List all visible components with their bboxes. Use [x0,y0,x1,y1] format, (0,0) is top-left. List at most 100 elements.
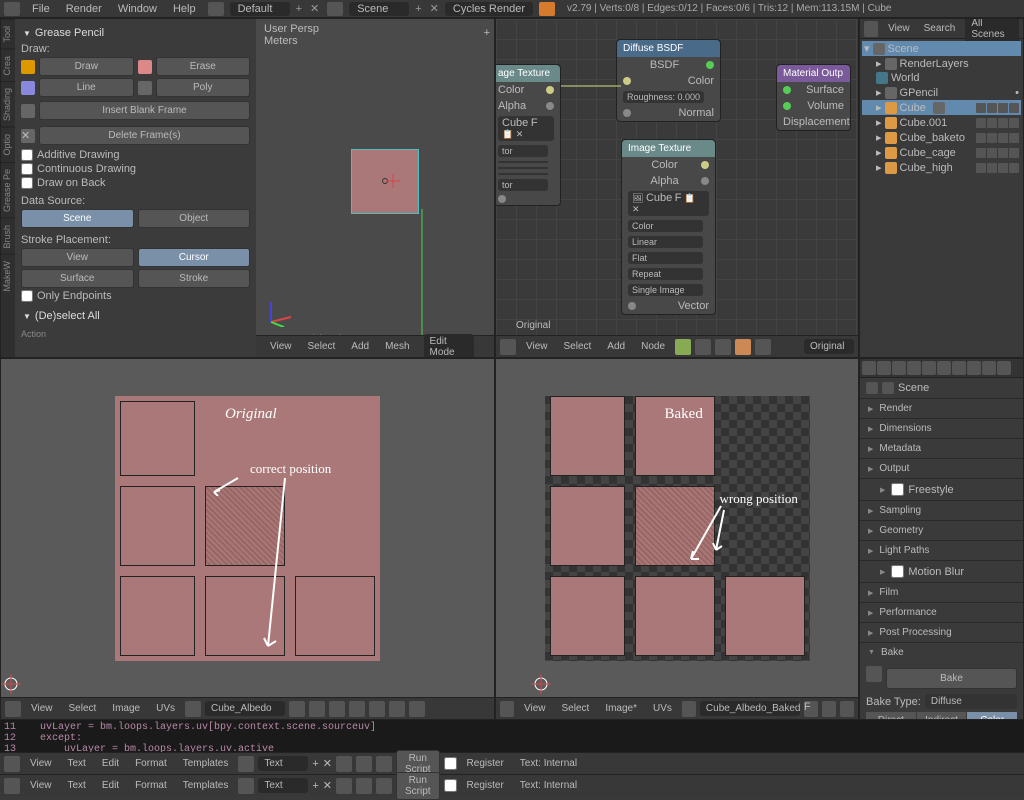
tab-grease[interactable]: Grease Pe [1,162,15,218]
tab-render-icon[interactable] [862,361,876,375]
pin-icon[interactable] [840,701,854,717]
txt2-edit-menu[interactable]: Edit [96,778,125,793]
editor-type-icon[interactable] [4,778,20,794]
tab-world-icon[interactable] [907,361,921,375]
image-name-field[interactable]: Cube_Albedo [205,701,285,716]
linenumbers-icon[interactable] [336,778,352,794]
node-image-texture[interactable]: Image Texture Color Alpha 🖼 Cube F 📋 ✕ C… [621,139,716,315]
outliner-tree[interactable]: ▾Scene ▸RenderLayers World ▸GPencil• ▸Cu… [860,39,1023,357]
engine-selector[interactable]: Cycles Render [445,2,533,16]
scene-add[interactable]: + [411,3,425,15]
tree-row-cube[interactable]: ▸Cube [862,100,1021,115]
out-search-menu[interactable]: Search [920,21,960,36]
syntax-icon[interactable] [376,756,392,772]
menu-render[interactable]: Render [58,3,110,15]
out-view-menu[interactable]: View [884,21,914,36]
opt-flat[interactable]: Flat [628,252,703,264]
opt-repeat[interactable]: Repeat [628,268,703,280]
editor-type-icon[interactable] [4,756,20,772]
editor-type-icon[interactable] [500,701,514,717]
img-field[interactable]: Cube F 📋 ✕ [498,116,554,141]
indirect-toggle[interactable]: Indirect [917,712,967,720]
tree-row-scene[interactable]: ▾Scene [862,41,1021,56]
use-nodes-icon[interactable] [695,339,711,355]
pivot-icon[interactable] [329,701,345,717]
poly-button[interactable]: Poly [156,78,251,97]
bake-button[interactable]: Bake [886,668,1017,689]
scene-button[interactable]: Scene [21,209,134,228]
pin-icon[interactable] [866,382,878,394]
panel-bake[interactable]: Bake [860,642,1023,662]
panel-motionblur[interactable]: Motion Blur [860,560,1023,582]
row-toggles[interactable] [976,148,1019,158]
opt-linear[interactable] [498,161,548,163]
image-browse-icon[interactable] [185,701,201,717]
opt-single[interactable]: tor [498,179,548,191]
snap-icon[interactable] [349,701,365,717]
panel-performance[interactable]: Performance [860,602,1023,622]
row-toggles[interactable] [976,163,1019,173]
viewport-plus-icon[interactable]: + [484,27,490,39]
layout-selector[interactable]: Default [230,2,290,16]
tab-scene-icon[interactable] [892,361,906,375]
layout-icon[interactable] [208,2,224,16]
stroke-button[interactable]: Stroke [138,269,251,288]
vp-view-menu[interactable]: View [264,339,298,354]
x-icon[interactable] [309,701,325,717]
tree-row-world[interactable]: World [862,71,1021,85]
layout-add[interactable]: + [292,3,306,15]
node-editor[interactable]: age Texture Color Alpha Cube F 📋 ✕ tor t… [495,18,859,358]
cursor-button[interactable]: Cursor [138,248,251,267]
uv-editor-left[interactable]: Original correct position View Select Im… [0,358,495,720]
tab-constraint-icon[interactable] [937,361,951,375]
menu-window[interactable]: Window [110,3,165,15]
text-editor[interactable]: 11 uvLayer = bm.loops.layers.uv[bpy.cont… [0,720,1024,752]
image-browse-icon[interactable] [682,701,696,717]
erase-button[interactable]: Erase [156,57,251,76]
panel-lightpaths[interactable]: Light Paths [860,540,1023,560]
opt-flat[interactable] [498,167,548,169]
vp-select-menu[interactable]: Select [302,339,342,354]
ne-view-menu[interactable]: View [520,339,554,354]
tree-row-cage[interactable]: ▸Cube_cage [862,145,1021,160]
pin-icon[interactable] [715,339,731,355]
sticky-icon[interactable] [409,701,425,717]
editor-type-icon[interactable] [5,701,21,717]
tab-shading[interactable]: Shading [1,81,15,127]
uv-image-menu[interactable]: Image* [599,701,643,716]
view-button[interactable]: View [21,248,134,267]
world-icon[interactable] [755,339,771,355]
ne-node-menu[interactable]: Node [635,339,671,354]
line-button[interactable]: Line [39,78,134,97]
panel-sampling[interactable]: Sampling [860,500,1023,520]
text-browse-icon[interactable] [238,778,254,794]
delete-frame-button[interactable]: Delete Frame(s) [39,126,250,145]
opt-repeat[interactable] [498,173,548,175]
img-field[interactable]: 🖼 Cube F 📋 ✕ [628,191,709,216]
uv-editor-right[interactable]: Baked wrong position View Select Image* … [495,358,859,720]
object-button[interactable]: Object [138,209,251,228]
opt-color[interactable]: Color [628,220,703,232]
wordwrap-icon[interactable] [356,756,372,772]
tree-row-high[interactable]: ▸Cube_high [862,160,1021,175]
tab-object-icon[interactable] [922,361,936,375]
txt2-text-menu[interactable]: Text [62,778,92,793]
tree-row-renderlayers[interactable]: ▸RenderLayers [862,56,1021,71]
text-remove[interactable]: ✕ [323,757,332,770]
sync-icon[interactable] [369,701,385,717]
material-name[interactable]: Original [804,339,854,354]
text-browse-icon[interactable] [238,756,254,772]
panel-dimensions[interactable]: Dimensions [860,418,1023,438]
row-toggles[interactable] [976,103,1019,113]
panel-freestyle[interactable]: Freestyle [860,478,1023,500]
row-toggles[interactable] [976,133,1019,143]
text-add[interactable]: + [312,758,318,770]
selmode-icon[interactable] [389,701,405,717]
editor-type-icon[interactable] [500,339,516,355]
panel-film[interactable]: Film [860,582,1023,602]
continuous-check[interactable]: Continuous Drawing [21,163,250,175]
mat-icon[interactable] [735,339,751,355]
insert-frame-button[interactable]: Insert Blank Frame [39,101,250,120]
vp-mesh-menu[interactable]: Mesh [379,339,415,354]
out-display-mode[interactable]: All Scenes [965,18,1019,42]
